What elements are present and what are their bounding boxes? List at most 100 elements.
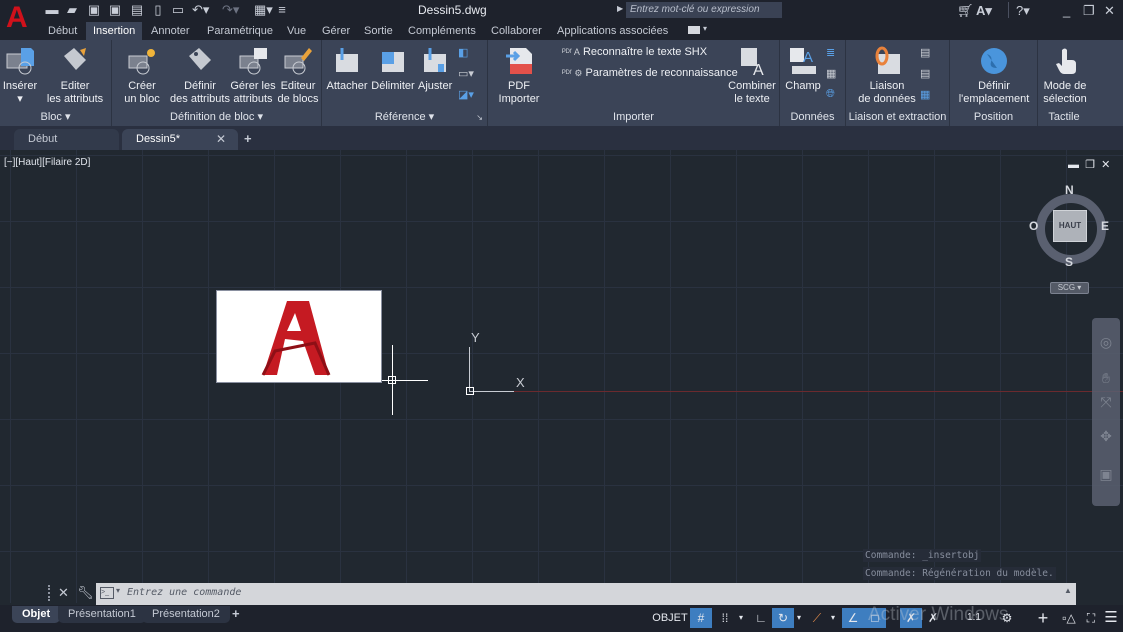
grid-toggle-icon[interactable]: # <box>690 608 712 628</box>
ortho-mode-icon[interactable]: ∟ <box>750 608 772 628</box>
undo-icon[interactable]: ↶▾ <box>192 3 209 17</box>
upload-to-source-icon[interactable]: ▤ <box>920 67 936 81</box>
tab-sortie[interactable]: Sortie <box>357 22 400 40</box>
customization-menu-icon[interactable]: ☰ <box>1100 608 1122 628</box>
delimiter-button[interactable]: Délimiter <box>370 46 416 93</box>
compass-north[interactable]: N <box>1065 183 1074 197</box>
underlay-layers-icon[interactable]: ◧ <box>458 46 474 60</box>
object-snap-tracking-icon[interactable]: ∠ <box>842 608 864 628</box>
chevron-down-icon[interactable]: ▾ <box>703 24 707 33</box>
tab-complements[interactable]: Compléments <box>401 22 483 40</box>
snap-underlay-icon[interactable]: ◪▾ <box>458 88 474 102</box>
drawing-canvas[interactable] <box>0 150 1123 603</box>
open-icon[interactable]: ▰ <box>64 3 80 17</box>
layout-tab-objet[interactable]: Objet <box>12 606 61 623</box>
parametres-reconnaissance-button[interactable]: ᴾᴰᶠ ⚙ Paramètres de reconnaissance <box>562 67 738 80</box>
zoom-extents-icon[interactable]: ⤧ <box>1096 394 1116 414</box>
new-icon[interactable]: ▬ <box>44 3 60 17</box>
command-line-grip[interactable] <box>48 585 54 601</box>
download-from-source-icon[interactable]: ▤ <box>920 46 936 60</box>
viewport-close-icon[interactable]: ✕ <box>1101 159 1110 171</box>
viewport-minimize-icon[interactable]: ▬ <box>1068 159 1079 171</box>
liaison-donnees-button[interactable]: Liaison de données <box>854 46 920 106</box>
polar-tracking-icon[interactable]: ↻ <box>772 608 794 628</box>
inserted-ole-image[interactable] <box>216 290 382 383</box>
frames-icon[interactable]: ▭▾ <box>458 67 474 81</box>
viewport-controls[interactable]: [−][Haut][Filaire 2D] <box>4 157 90 168</box>
annotation-monitor-icon[interactable]: + <box>1032 608 1054 628</box>
ucs-menu[interactable]: SCG ▾ <box>1050 282 1089 294</box>
editeur-blocs-button[interactable]: Editeur de blocs <box>276 46 320 106</box>
new-layout-icon[interactable]: + <box>232 606 240 621</box>
customize-command-icon[interactable]: 🔧︎ <box>77 585 94 601</box>
orbit-icon[interactable]: ✥ <box>1096 428 1116 448</box>
tab-insertion[interactable]: Insertion <box>86 22 143 40</box>
tab-vue[interactable]: Vue <box>280 22 313 40</box>
compass-west[interactable]: O <box>1029 219 1038 233</box>
layout-tab-presentation1[interactable]: Présentation1 <box>58 606 146 623</box>
minimize-icon[interactable]: _ <box>1063 3 1070 18</box>
model-space-button[interactable]: OBJET <box>652 608 688 628</box>
reconnaitre-shx-button[interactable]: ᴾᴰᶠ A Reconnaître le texte SHX <box>562 46 707 59</box>
mode-selection-button[interactable]: Mode de sélection <box>1040 46 1090 106</box>
viewcube-face-top[interactable]: HAUT <box>1053 210 1087 242</box>
champ-button[interactable]: A Champ <box>784 46 822 93</box>
chevron-down-icon[interactable]: ▾ <box>794 608 804 628</box>
tab-annoter[interactable]: Annoter <box>144 22 197 40</box>
panel-label-reference[interactable]: Référence ▾ <box>322 110 487 123</box>
panel-launcher-icon[interactable]: ↘ <box>476 113 483 122</box>
attacher-button[interactable]: Attacher <box>326 46 368 93</box>
cart-icon[interactable]: 🛒︎ <box>957 3 974 19</box>
plot-icon[interactable]: ▤ <box>129 3 145 17</box>
chevron-down-icon[interactable]: ▾ <box>828 608 838 628</box>
inserer-button[interactable]: Insérer ▾ <box>2 46 38 106</box>
ribbon-minimize-toggle[interactable] <box>688 26 700 34</box>
gerer-attributs-button[interactable]: Gérer les attributs <box>230 46 276 106</box>
isodraft-icon[interactable]: ⟋ <box>806 608 828 628</box>
redo-icon[interactable]: ↷▾ <box>222 3 239 17</box>
tab-parametrique[interactable]: Paramétrique <box>200 22 280 40</box>
snap-mode-icon[interactable]: ⁞⁞ <box>714 608 736 628</box>
tab-gerer[interactable]: Gérer <box>315 22 357 40</box>
creer-bloc-button[interactable]: Créer un bloc <box>120 46 164 106</box>
recent-commands-icon[interactable]: >_ <box>100 587 114 599</box>
definir-attributs-button[interactable]: Définir des attributs <box>170 46 230 106</box>
properties-icon[interactable]: ▦▾ <box>254 3 273 17</box>
tab-debut[interactable]: Début <box>41 22 84 40</box>
compass-east[interactable]: E <box>1101 219 1109 233</box>
doc-tab-debut[interactable]: Début <box>14 129 119 150</box>
app-logo[interactable]: A <box>6 3 32 33</box>
tab-applications-associees[interactable]: Applications associées <box>550 22 675 40</box>
showmotion-icon[interactable]: ▣ <box>1096 466 1116 486</box>
tab-collaborer[interactable]: Collaborer <box>484 22 549 40</box>
command-line[interactable] <box>96 583 1076 605</box>
print-icon[interactable]: ▭ <box>170 3 186 17</box>
editer-attributs-button[interactable]: Editer les attributs <box>44 46 106 106</box>
viewport-maximize-icon[interactable]: ❐ <box>1085 159 1095 171</box>
search-expand-icon[interactable]: ▶ <box>617 4 623 13</box>
help-icon[interactable]: ?▾ <box>1016 3 1030 19</box>
chevron-down-icon[interactable]: ▾ <box>736 608 746 628</box>
extract-data-icon[interactable]: ▦ <box>920 88 936 102</box>
new-tab-icon[interactable]: + <box>244 131 252 146</box>
panel-label-bloc[interactable]: Bloc ▾ <box>0 110 111 123</box>
fullscreen-icon[interactable]: ⛶ <box>1080 608 1102 628</box>
restore-icon[interactable]: ❐ <box>1083 3 1095 19</box>
autodesk-account-icon[interactable]: A▾ <box>976 3 992 19</box>
customize-icon[interactable]: ≡ <box>274 3 290 17</box>
share-icon[interactable]: ▯ <box>150 3 166 17</box>
ajuster-button[interactable]: Ajuster <box>418 46 452 93</box>
chevron-down-icon[interactable]: ▾ <box>116 586 120 595</box>
ole-object-icon[interactable]: ▦ <box>826 67 842 81</box>
save-icon[interactable]: ▣ <box>86 3 102 17</box>
compass-south[interactable]: S <box>1065 255 1073 269</box>
hyperlink-icon[interactable]: 🌐︎ <box>826 88 842 102</box>
command-history-toggle-icon[interactable]: ▲ <box>1064 586 1072 595</box>
close-tab-icon[interactable]: ✕ <box>216 132 226 146</box>
command-input[interactable]: Entrez une commande <box>127 587 241 598</box>
panel-label-definition-bloc[interactable]: Définition de bloc ▾ <box>112 110 321 123</box>
steering-wheel-icon[interactable]: ◎ <box>1096 334 1116 354</box>
pdf-importer-button[interactable]: PDF Importer <box>496 46 542 106</box>
close-command-line-icon[interactable]: ✕ <box>58 585 69 601</box>
update-fields-icon[interactable]: ≣ <box>826 46 842 60</box>
